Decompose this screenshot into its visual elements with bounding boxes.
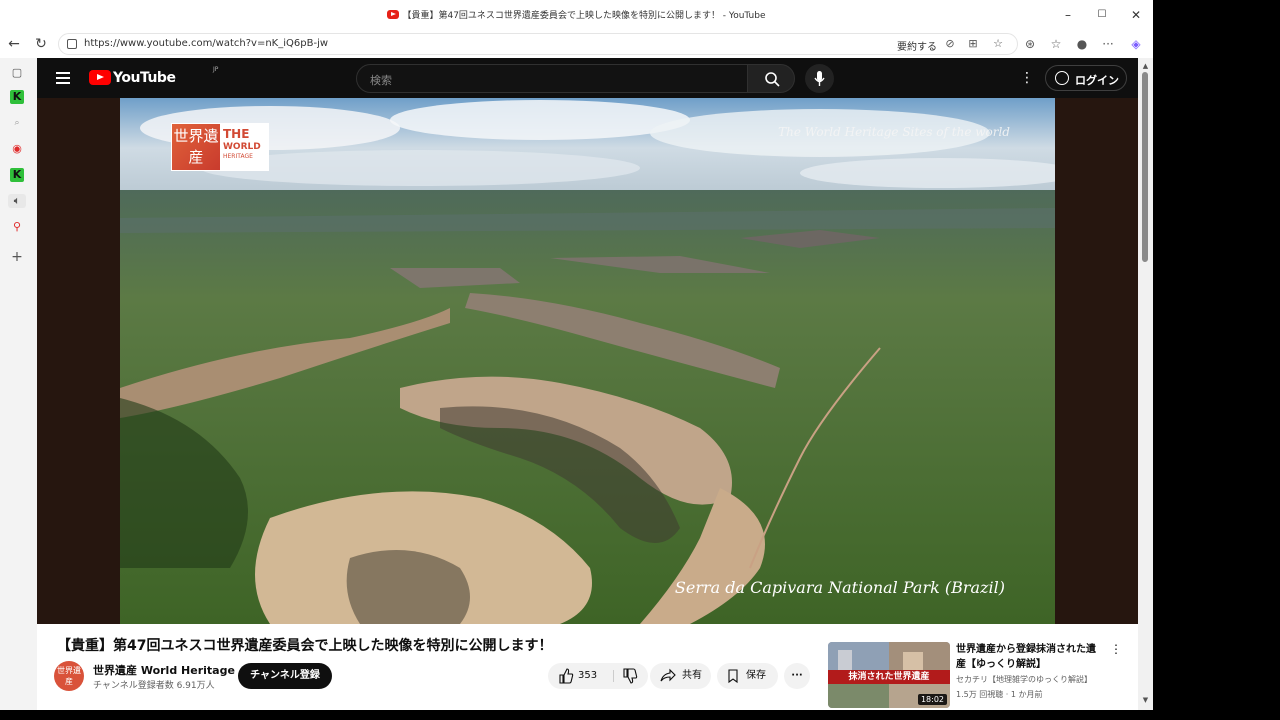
recommended-title[interactable]: 世界遺産から登録抹消された遺産【ゆっくり解説】 (956, 642, 1104, 672)
menu-hamburger-icon[interactable] (56, 72, 70, 84)
add-icon[interactable]: + (10, 250, 24, 264)
voice-search-button[interactable] (805, 64, 834, 93)
recommended-channel[interactable]: セカチリ【地理雑学のゆっくり解説】 (956, 674, 1092, 685)
favorites-icon[interactable]: ☆ (1048, 36, 1064, 52)
thumbnail-caption: 抹消された世界遺産 (828, 670, 950, 684)
url-text[interactable]: https://www.youtube.com/watch?v=nK_iQ6pB… (84, 38, 328, 49)
world-heritage-logo: 世界遺産 THE WORLD HERITAGE (171, 123, 269, 171)
minimize-button[interactable]: – (1058, 6, 1078, 24)
more-actions-button[interactable]: ··· (784, 663, 810, 689)
search-placeholder: 検索 (370, 74, 392, 87)
tabs-icon[interactable]: ▢ (10, 66, 24, 80)
video-landscape-image (120, 98, 1055, 624)
extension-icon[interactable]: ⊛ (1022, 36, 1038, 52)
recommended-meta: 1.5万 回視聴 · 1 か月前 (956, 690, 1043, 699)
video-caption-top: The World Heritage Sites of the world (778, 125, 1010, 139)
youtube-logo[interactable]: YouTube JP (89, 66, 218, 86)
circle-app-icon[interactable]: ◉ (10, 142, 24, 156)
logo-the: THE WORLD (223, 127, 261, 152)
dislike-button[interactable] (622, 663, 642, 689)
app-available-icon[interactable]: ⊞ (966, 37, 980, 51)
video-title: 【貴重】第47回ユネスコ世界遺産委員会で上映した映像を特別に公開します！ (57, 638, 553, 654)
title-bar: 【貴重】第47回ユネスコ世界遺産委員会で上映した映像を特別に公開します！ - Y… (0, 0, 1153, 30)
lock-icon (67, 39, 77, 49)
recommended-menu-icon[interactable]: ⋮ (1110, 642, 1122, 656)
like-count: 353 (578, 670, 598, 681)
favorite-star-icon[interactable]: ☆ (991, 37, 1005, 51)
save-label: 保存 (746, 670, 766, 681)
maximize-button[interactable]: ☐ (1092, 6, 1112, 24)
bookmark-icon (728, 669, 738, 684)
share-button[interactable]: 共有 (650, 663, 711, 689)
window-title-text: 【貴重】第47回ユネスコ世界遺産委員会で上映した映像を特別に公開します！ - Y… (402, 11, 766, 21)
close-button[interactable]: ✕ (1126, 6, 1146, 24)
back-icon[interactable]: ← (4, 34, 24, 54)
video-frame[interactable]: 世界遺産 THE WORLD HERITAGE The World Heritag… (120, 98, 1055, 624)
browser-sidebar: ▢ K ⌕ ◉ K 🔈︎ ⚲ + (0, 58, 37, 710)
youtube-logo-text: YouTube (113, 70, 176, 86)
refresh-icon[interactable]: ↻ (31, 34, 51, 54)
search-input[interactable]: 検索 (356, 64, 748, 93)
search-icon (765, 72, 780, 87)
recommended-thumbnail[interactable]: 抹消された世界遺産 18:02 (828, 642, 950, 708)
copilot-icon[interactable]: ◈ (1128, 36, 1144, 52)
channel-avatar[interactable]: 世界遺産 (54, 661, 84, 691)
recommended-video[interactable]: 抹消された世界遺産 18:02 世界遺産から登録抹消された遺産【ゆっくり解説】 … (828, 642, 1138, 708)
k-app-icon[interactable]: K (10, 90, 24, 104)
location-pin-icon[interactable]: ⚲ (10, 220, 24, 234)
address-toolbar: ← ↻ https://www.youtube.com/watch?v=nK_i… (0, 30, 1153, 58)
browser-window: 【貴重】第47回ユネスコ世界遺産委員会で上映した映像を特別に公開します！ - Y… (0, 0, 1153, 710)
page-scrollbar[interactable]: ▲ ▼ (1138, 58, 1153, 710)
account-icon (1055, 71, 1069, 85)
logo-kanji: 世界遺産 (172, 124, 220, 170)
video-caption-bottom: Serra da Capivara National Park (Brazil) (674, 578, 1005, 597)
microphone-icon (814, 71, 825, 86)
save-button[interactable]: 保存 (717, 663, 778, 689)
scroll-up-icon[interactable]: ▲ (1141, 62, 1150, 70)
video-duration: 18:02 (917, 694, 947, 705)
share-label: 共有 (682, 670, 702, 681)
youtube-page: YouTube JP 検索 ⋮ ログイン 世界遺産 THE WORLD HERI… (37, 58, 1138, 710)
thumbs-up-icon (559, 668, 574, 684)
scrollbar-thumb[interactable] (1142, 72, 1148, 262)
like-dislike-group: 353 (548, 663, 648, 689)
copilot-summary-icon[interactable]: ⊘ (943, 37, 957, 51)
youtube-header: YouTube JP 検索 ⋮ ログイン (37, 58, 1138, 98)
search-sidebar-icon[interactable]: ⌕ (10, 116, 24, 130)
search-button[interactable] (747, 64, 795, 93)
scroll-down-icon[interactable]: ▼ (1141, 696, 1150, 704)
subscriber-count: チャンネル登録者数 6.91万人 (93, 681, 215, 691)
subscribe-button[interactable]: チャンネル登録 (238, 663, 332, 689)
address-bar[interactable]: https://www.youtube.com/watch?v=nK_iQ6pB… (58, 33, 1018, 55)
summarize-button[interactable]: 要約する (897, 38, 937, 53)
speaker-icon[interactable]: 🔈︎ (8, 194, 26, 208)
youtube-favicon-icon (387, 10, 400, 19)
youtube-play-icon (89, 70, 111, 85)
region-code: JP (213, 66, 219, 73)
k-app-icon-2[interactable]: K (10, 168, 24, 182)
thumbs-down-icon (623, 668, 638, 684)
channel-name[interactable]: 世界遺産 World Heritage (93, 662, 235, 678)
login-label: ログイン (1075, 74, 1119, 87)
share-icon (660, 668, 676, 682)
profile-icon[interactable]: ● (1074, 36, 1090, 52)
logo-heritage: HERITAGE (223, 153, 253, 160)
video-player[interactable]: 世界遺産 THE WORLD HERITAGE The World Heritag… (37, 98, 1138, 624)
login-button[interactable]: ログイン (1045, 65, 1127, 91)
like-divider (613, 670, 614, 682)
window-title: 【貴重】第47回ユネスコ世界遺産委員会で上映した映像を特別に公開します！ - Y… (0, 8, 1153, 21)
settings-kebab-icon[interactable]: ⋮ (1020, 70, 1034, 86)
more-menu-icon[interactable]: ··· (1100, 36, 1116, 52)
